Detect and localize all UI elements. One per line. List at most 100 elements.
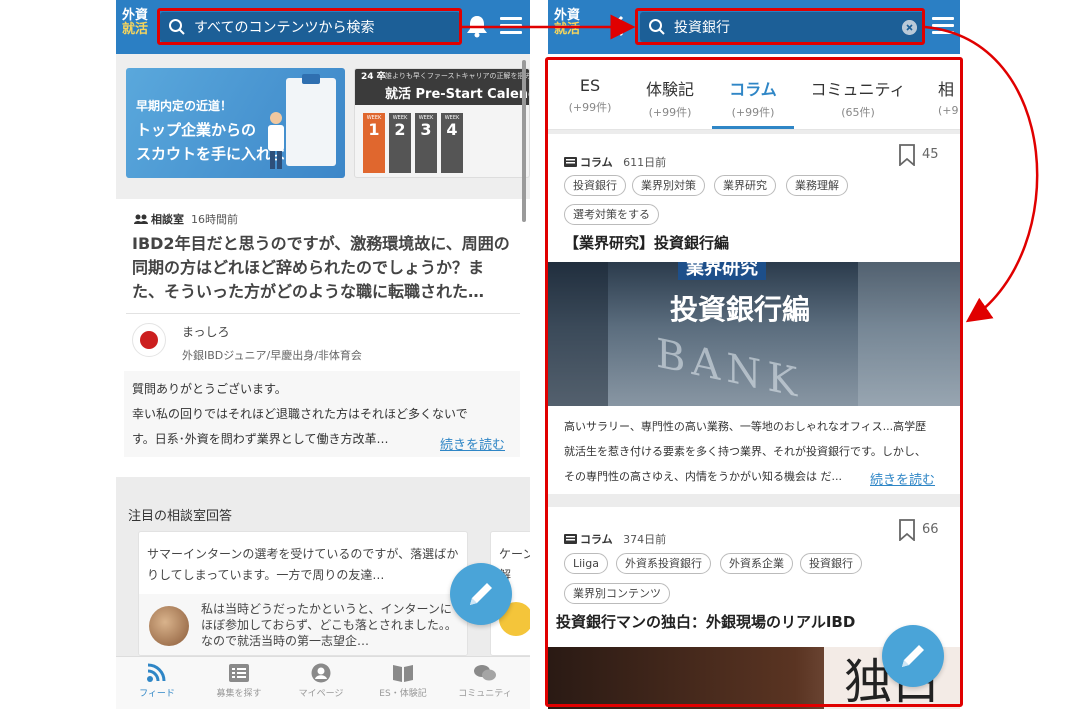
clipboard-illustration bbox=[286, 74, 336, 166]
post-category: 相談室 bbox=[151, 213, 184, 226]
person-illustration bbox=[268, 112, 284, 169]
tab-label: コミュニティ bbox=[458, 689, 512, 699]
tab-label: フィード bbox=[139, 689, 175, 699]
featured-answer: 私は当時どうだったかというと、インターンにほぼ参加しておらず、どこも落とされまし… bbox=[201, 602, 457, 648]
search-icon bbox=[649, 19, 665, 35]
tag[interactable]: 外資系投資銀行 bbox=[616, 553, 711, 574]
app-logo[interactable]: 外資 就活 bbox=[122, 9, 154, 37]
list-icon bbox=[229, 664, 249, 682]
week-card: WEEK 4 bbox=[441, 113, 463, 173]
bookmark-icon[interactable] bbox=[898, 144, 916, 166]
pencil-icon bbox=[902, 645, 924, 667]
app-logo[interactable]: 外資 就活 bbox=[554, 9, 586, 37]
user-profile: 外銀IBDジュニア/早慶出身/非体育会 bbox=[182, 349, 362, 362]
banner2-tagline: 誰よりも早くファーストキャリアの正解を掴みとりたいあなたへ bbox=[385, 72, 530, 80]
scout-banner[interactable]: 早期内定の近道！ トップ企業からの スカウトを手に入れよう bbox=[126, 68, 345, 178]
right-phone-screen: 外資 就活 投資銀行 ES (+99件) 体験記 (+99件) コラム (+99… bbox=[548, 0, 960, 709]
consultation-post[interactable]: 相談室 16時間前 IBD2年目だと思うのですが、激務環境故に、周囲の同期の方は… bbox=[116, 199, 530, 477]
pencil-icon bbox=[470, 583, 492, 605]
tag[interactable]: 業務理解 bbox=[786, 175, 848, 196]
bell-icon[interactable] bbox=[466, 14, 488, 38]
article-title[interactable]: 投資銀行マンの独白：外銀現場のリアルIBD bbox=[556, 611, 855, 632]
post-title[interactable]: IBD2年目だと思うのですが、激務環境故に、周囲の同期の方はどれほど辞められたの… bbox=[132, 232, 512, 304]
clear-icon[interactable] bbox=[902, 20, 917, 35]
excerpt-line: その専門性の高さゆえ、内情をうかがい知る機会は だ... bbox=[564, 470, 842, 483]
tag[interactable]: 投資銀行 bbox=[800, 553, 862, 574]
calendar-banner[interactable]: 24 卒 誰よりも早くファーストキャリアの正解を掴みとりたいあなたへ 就活 Pr… bbox=[354, 68, 530, 178]
excerpt-line: 就活生を惹き付ける要素を多く持つ業界、それが投資銀行です。しかし、 bbox=[564, 445, 926, 458]
answer-preview[interactable]: 質問ありがとうございます。 幸い私の回りではそれほど退職された方はそれほど多くな… bbox=[124, 371, 520, 457]
tab-count: (+99件) bbox=[648, 106, 692, 119]
compose-button[interactable] bbox=[882, 625, 944, 687]
week-card: WEEK 1 bbox=[363, 113, 385, 173]
tag[interactable]: 業界別コンテンツ bbox=[564, 583, 670, 604]
answer-line: す。日系･外資を問わず業界として働き方改革… bbox=[132, 432, 389, 446]
article-time: 611日前 bbox=[623, 156, 667, 169]
tab-label: 募集を探す bbox=[216, 689, 262, 699]
tag[interactable]: 外資系企業 bbox=[720, 553, 793, 574]
avatar[interactable] bbox=[132, 323, 166, 357]
tab-community[interactable]: コミュニティ (65件) bbox=[810, 76, 906, 120]
tab-es[interactable]: ES (+99件) bbox=[568, 76, 612, 115]
bookmark-icon[interactable] bbox=[898, 519, 916, 541]
bottom-tab-bar: フィード 募集を探す マイページ ES・体験記 コミュニティ bbox=[116, 656, 530, 709]
tab-consult[interactable]: 相 (+9 bbox=[938, 76, 960, 117]
read-more-link[interactable]: 続きを読む bbox=[870, 469, 935, 488]
left-phone-screen: 外資 就活 すべてのコンテンツから検索 早期内定の近道！ トップ企業からの スカ… bbox=[116, 0, 530, 709]
scrollbar[interactable] bbox=[522, 60, 526, 222]
people-icon bbox=[134, 214, 148, 224]
featured-answer-card[interactable]: サマーインターンの選考を受けているのですが、落選ばかりしてしまっています。一方で… bbox=[138, 531, 468, 656]
article-category: コラム bbox=[580, 533, 613, 546]
compose-button[interactable] bbox=[450, 563, 512, 625]
menu-icon[interactable] bbox=[932, 17, 954, 35]
tab-feed[interactable]: フィード bbox=[116, 663, 198, 699]
tab-label: ES・体験記 bbox=[379, 689, 427, 699]
menu-icon[interactable] bbox=[500, 17, 522, 35]
article-meta: コラム 611日前 bbox=[564, 154, 666, 170]
tag[interactable]: 業界別対策 bbox=[632, 175, 705, 196]
feed-icon bbox=[147, 663, 166, 682]
tab-column[interactable]: コラム (+99件) bbox=[724, 76, 782, 120]
article-icon bbox=[564, 534, 577, 544]
tag[interactable]: 投資銀行 bbox=[564, 175, 626, 196]
tab-count: (65件) bbox=[841, 106, 875, 119]
image-caption: 業界研究 bbox=[678, 262, 766, 280]
tab-recruit[interactable]: 募集を探す bbox=[198, 663, 280, 699]
tab-label: 相 bbox=[938, 80, 955, 99]
app-header: 外資 就活 すべてのコンテンツから検索 bbox=[116, 0, 530, 54]
book-icon bbox=[393, 665, 413, 682]
image-caption: BANK bbox=[656, 330, 804, 406]
tab-community[interactable]: コミュニティ bbox=[444, 663, 526, 699]
back-chevron-icon[interactable] bbox=[610, 14, 624, 38]
tab-label: マイページ bbox=[298, 689, 344, 699]
read-more-link[interactable]: 続きを読む bbox=[440, 433, 505, 458]
logo-line1: 外資 bbox=[122, 8, 149, 23]
bookmark-count: 45 bbox=[922, 147, 939, 162]
logo-line1: 外資 bbox=[554, 8, 581, 23]
search-icon bbox=[169, 19, 185, 35]
excerpt-line: 高いサラリー、専門性の高い業務、一等地のおしゃれなオフィス...高学歴 bbox=[564, 420, 927, 433]
answer-line: 質問ありがとうございます。 bbox=[132, 382, 287, 396]
chat-icon bbox=[474, 665, 496, 681]
search-input[interactable]: すべてのコンテンツから検索 bbox=[160, 12, 460, 42]
article-icon bbox=[564, 157, 577, 167]
divider bbox=[126, 313, 520, 314]
tag[interactable]: 選考対策をする bbox=[564, 204, 659, 225]
tab-label: コミュニティ bbox=[810, 80, 906, 99]
tag[interactable]: Liiga bbox=[564, 553, 608, 574]
tag[interactable]: 業界研究 bbox=[714, 175, 776, 196]
active-tab-indicator bbox=[712, 126, 794, 129]
user-name[interactable]: まっしろ bbox=[182, 323, 230, 340]
logo-line2: 就活 bbox=[554, 22, 581, 37]
article-title[interactable]: 【業界研究】投資銀行編 bbox=[564, 232, 729, 253]
search-input[interactable]: 投資銀行 bbox=[640, 12, 924, 42]
article-thumbnail[interactable]: 業界研究 投資銀行編 BANK bbox=[548, 262, 960, 406]
tab-mypage[interactable]: マイページ bbox=[280, 663, 362, 699]
image-caption: 投資銀行編 bbox=[670, 293, 811, 326]
article-card[interactable]: コラム 611日前 45 投資銀行 業界別対策 業界研究 業務理解 選考対策をす… bbox=[548, 134, 960, 494]
answer-line: 幸い私の回りではそれほど退職された方はそれほど多くないで bbox=[132, 407, 468, 421]
tab-es[interactable]: ES・体験記 bbox=[362, 663, 444, 699]
week-card: WEEK 3 bbox=[415, 113, 437, 173]
search-placeholder: すべてのコンテンツから検索 bbox=[194, 20, 375, 36]
tab-experience[interactable]: 体験記 (+99件) bbox=[642, 76, 698, 120]
